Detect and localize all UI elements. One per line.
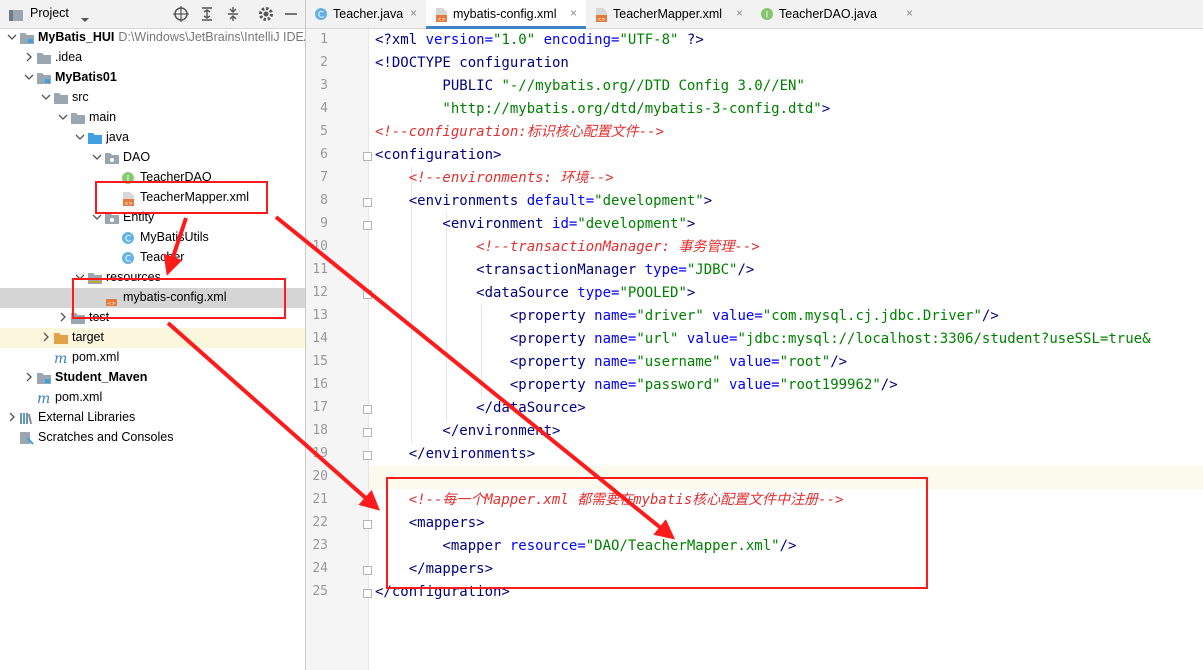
arrow-mapper-to-config xyxy=(163,217,188,276)
arrow-config-to-mappers xyxy=(166,321,380,511)
annotation-arrows xyxy=(163,215,676,540)
arrow-mapper-to-resource xyxy=(274,215,676,540)
